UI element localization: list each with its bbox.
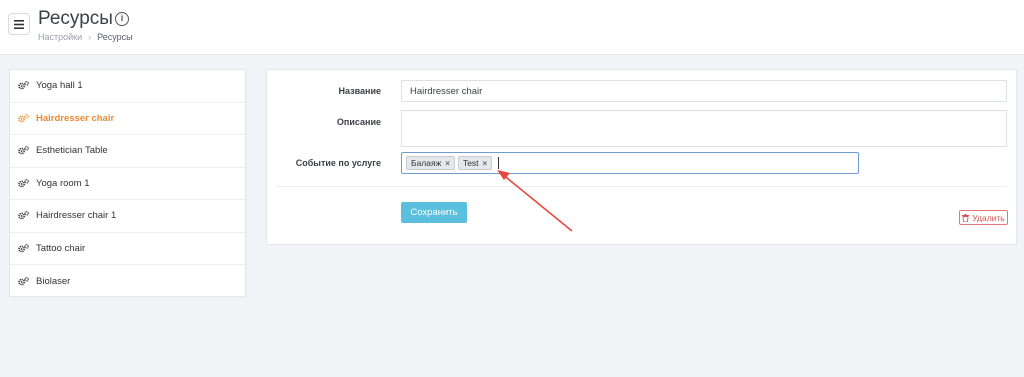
sidebar-item[interactable]: Yoga room 1 xyxy=(10,168,245,200)
trash-icon xyxy=(962,213,970,222)
tag-chip: Балаяж × xyxy=(406,156,455,170)
sidebar-item[interactable]: Hairdresser chair xyxy=(10,103,245,135)
name-label: Название xyxy=(338,86,381,96)
sidebar-item[interactable]: Hairdresser chair 1 xyxy=(10,200,245,233)
breadcrumb-current: Ресурсы xyxy=(97,32,133,42)
text-cursor xyxy=(498,157,500,169)
sidebar-item-label: Tattoo chair xyxy=(36,242,86,254)
form-divider xyxy=(277,186,1007,187)
tag-remove-icon[interactable]: × xyxy=(483,159,488,168)
resource-form: Название Hairdresser chair Описание Собы… xyxy=(266,69,1017,245)
sidebar-item[interactable]: Biolaser xyxy=(10,265,245,298)
gears-icon xyxy=(18,211,29,220)
gears-icon xyxy=(18,276,29,286)
sidebar-item-label: Hairdresser chair xyxy=(36,112,115,124)
delete-button[interactable]: Удалить xyxy=(959,210,1008,225)
description-label: Описание xyxy=(336,117,381,127)
tag-remove-icon[interactable]: × xyxy=(445,159,450,168)
save-button[interactable]: Сохранить xyxy=(401,202,467,223)
menu-toggle-button[interactable] xyxy=(8,13,30,35)
sidebar-item-label: Hairdresser chair 1 xyxy=(36,210,117,222)
service-event-tag-input[interactable]: Балаяж × Test × xyxy=(401,152,859,174)
resource-list: Yoga hall 1 Hairdresser chair Esthetician … xyxy=(9,69,246,297)
tag-label: Балаяж xyxy=(411,158,442,168)
service-event-label: Событие по услуге xyxy=(295,158,381,168)
sidebar-item[interactable]: Yoga hall 1 xyxy=(10,70,245,103)
gears-icon xyxy=(18,178,29,188)
hamburger-icon xyxy=(14,19,24,29)
sidebar-item[interactable]: Tattoo chair xyxy=(10,233,245,265)
name-input[interactable]: Hairdresser chair xyxy=(401,80,1007,102)
sidebar-item[interactable]: Esthetician Table xyxy=(10,135,245,168)
tag-label: Test xyxy=(462,158,479,168)
gears-icon xyxy=(18,243,29,253)
page-title: Ресурсы xyxy=(38,8,113,29)
sidebar-item-label: Esthetician Table xyxy=(36,145,108,157)
breadcrumb-separator-icon: › xyxy=(88,32,92,42)
gears-icon xyxy=(18,113,29,123)
sidebar-item-label: Yoga room 1 xyxy=(36,177,90,189)
sidebar-item-label: Yoga hall 1 xyxy=(36,80,83,92)
delete-label: Удалить xyxy=(972,212,1005,223)
breadcrumb: Настройки › Ресурсы xyxy=(38,32,133,42)
info-icon[interactable]: i xyxy=(115,12,129,26)
tag-chip: Test × xyxy=(457,156,493,170)
page-header: Ресурсы i Настройки › Ресурсы xyxy=(0,0,1024,55)
gears-icon xyxy=(18,81,29,90)
gears-icon xyxy=(18,146,29,155)
sidebar-item-label: Biolaser xyxy=(36,275,71,287)
breadcrumb-parent-link[interactable]: Настройки xyxy=(38,32,82,42)
description-textarea[interactable] xyxy=(401,110,1007,147)
